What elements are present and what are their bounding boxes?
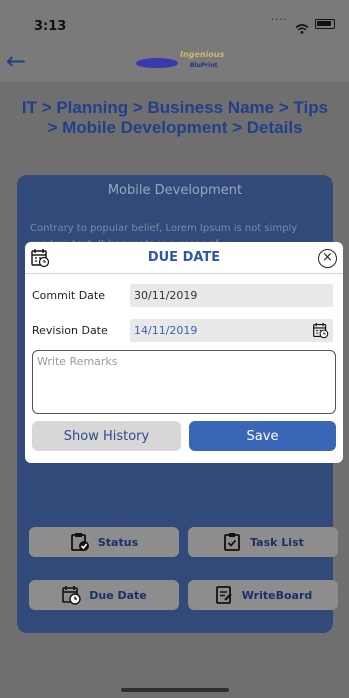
writeboard-button-label: WriteBoard xyxy=(241,588,313,602)
revision-date-label: Revision Date xyxy=(32,324,108,337)
show-history-button[interactable]: Show History xyxy=(32,421,181,451)
status-icons xyxy=(271,12,335,34)
signal-icon xyxy=(271,12,289,26)
status-bar: 3:13 xyxy=(0,0,349,44)
logo-name: Ingenious xyxy=(180,50,225,59)
revision-calendar-icon[interactable] xyxy=(312,322,329,339)
breadcrumb: IT > Planning > Business Name > Tips > M… xyxy=(21,98,329,137)
revision-date-field[interactable]: 14/11/2019 xyxy=(130,319,333,342)
modal-title: DUE DATE xyxy=(147,250,221,265)
status-button-label: Status xyxy=(97,535,139,549)
close-icon[interactable]: × xyxy=(318,249,337,268)
back-arrow-icon[interactable]: ← xyxy=(6,46,36,76)
app-logo: Ingenious BluPrint xyxy=(132,48,232,76)
home-indicator[interactable] xyxy=(121,688,229,692)
due-date-button[interactable]: Due Date xyxy=(29,580,179,610)
battery-icon xyxy=(315,19,335,29)
commit-date-field: 30/11/2019 xyxy=(130,284,333,307)
due-date-button-label: Due Date xyxy=(89,588,147,602)
logo-swoosh-icon xyxy=(136,58,178,68)
revision-date-value: 14/11/2019 xyxy=(134,324,198,337)
panel-title: Mobile Development xyxy=(107,183,243,198)
status-button[interactable]: Status xyxy=(29,527,179,557)
status-icon xyxy=(70,533,89,551)
due-date-icon xyxy=(62,586,81,605)
due-date-modal: DUE DATE × Commit Date 30/11/2019 Revisi… xyxy=(25,242,343,463)
remarks-input[interactable]: Write Remarks xyxy=(32,350,336,414)
task-list-icon xyxy=(224,533,240,551)
modal-header: DUE DATE × xyxy=(25,242,343,274)
task-list-button-label: Task List xyxy=(250,535,304,549)
save-button[interactable]: Save xyxy=(189,421,336,451)
status-time: 3:13 xyxy=(34,19,67,34)
writeboard-button[interactable]: WriteBoard xyxy=(188,580,338,610)
nav-bar: ← Ingenious BluPrint xyxy=(0,44,349,82)
logo-subtitle: BluPrint xyxy=(190,62,218,69)
wifi-icon xyxy=(295,19,309,34)
modal-divider xyxy=(25,273,343,274)
commit-date-label: Commit Date xyxy=(32,289,105,302)
task-list-button[interactable]: Task List xyxy=(188,527,338,557)
writeboard-icon xyxy=(215,586,232,604)
